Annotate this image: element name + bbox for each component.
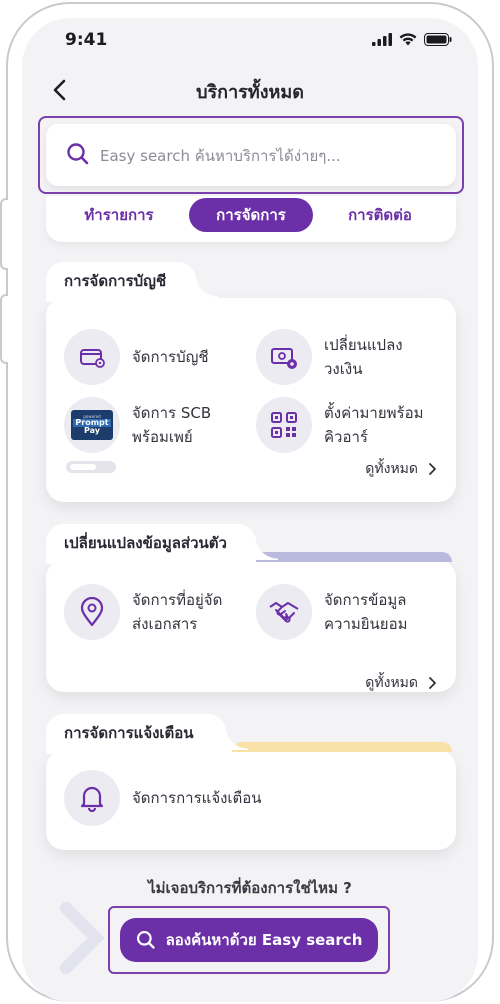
service-change-limit[interactable]: เปลี่ยนแปลง วงเงิน [256, 329, 403, 385]
section-account-management: การจัดการบัญชี จัดการบัญชี เปลี่ยนแปลง ว… [46, 262, 456, 502]
service-manage-address[interactable]: จัดการที่อยู่จัด ส่งเอกสาร [64, 584, 222, 640]
qr-code-icon [256, 397, 312, 453]
search-highlight-frame [38, 116, 464, 194]
device-side-button [0, 198, 8, 270]
wifi-icon [399, 33, 417, 46]
see-all-link[interactable]: ดูทั้งหมด [365, 458, 436, 480]
background-decoration [60, 902, 105, 974]
service-label: จัดการ SCB พร้อมเพย์ [132, 404, 212, 446]
account-card-icon [64, 329, 120, 385]
service-manage-notifications[interactable]: จัดการการแจ้งเตือน [64, 770, 262, 826]
cta-highlight-frame [108, 906, 390, 974]
service-label: เปลี่ยนแปลง วงเงิน [324, 336, 403, 378]
status-icons [372, 33, 452, 46]
battery-icon [424, 33, 452, 46]
service-label: ตั้งค่ามายพร้อม คิวอาร์ [324, 404, 424, 446]
see-all-label: ดูทั้งหมด [365, 461, 418, 477]
tab-transactions[interactable]: ทำรายการ [70, 198, 168, 232]
section-personal-info: เปลี่ยนแปลงข้อมูลส่วนตัว จัดการที่อยู่จั… [46, 524, 456, 694]
chevron-right-icon [429, 677, 436, 689]
status-time: 9:41 [65, 30, 108, 50]
not-found-prompt: ไม่เจอบริการที่ต้องการใช่ไหม ? [148, 879, 352, 897]
section-accent-bar [252, 552, 452, 562]
service-label: จัดการที่อยู่จัด ส่งเอกสาร [132, 591, 223, 633]
service-label: จัดการการแจ้งเตือน [132, 789, 262, 807]
chevron-right-icon [429, 463, 436, 475]
money-settings-icon [256, 329, 312, 385]
section-notifications: การจัดการแจ้งเตือน จัดการการแจ้งเตือน [46, 714, 456, 850]
app-screen: 9:41 บริการทั้งหมด Easy search ค้นหาบริก… [22, 18, 478, 1002]
see-all-link[interactable]: ดูทั้งหมด [365, 672, 436, 694]
tab-management[interactable]: การจัดการ [189, 198, 313, 232]
service-manage-consent[interactable]: จัดการข้อมูล ความยินยอม [256, 584, 408, 640]
section-title: การจัดการแจ้งเตือน [46, 714, 248, 754]
carousel-indicator [66, 461, 116, 473]
signal-icon [372, 33, 392, 46]
section-title: การจัดการบัญชี [46, 262, 218, 302]
promptpay-logo-sub: Pay [83, 426, 100, 435]
device-side-button [0, 294, 8, 364]
section-title: เปลี่ยนแปลงข้อมูลส่วนตัว [46, 524, 278, 564]
category-tabs: ทำรายการ การจัดการ การติดต่อ [46, 196, 456, 242]
promptpay-logo-icon: powered Prompt Pay [64, 397, 120, 453]
service-label: จัดการบัญชี [132, 348, 209, 366]
service-manage-promptpay[interactable]: powered Prompt Pay จัดการ SCB พร้อมเพย์ [64, 397, 211, 453]
service-manage-account[interactable]: จัดการบัญชี [64, 329, 209, 385]
status-bar: 9:41 [22, 18, 478, 62]
see-all-label: ดูทั้งหมด [365, 675, 418, 691]
tab-contact[interactable]: การติดต่อ [332, 198, 428, 232]
service-my-promptpay-qr[interactable]: ตั้งค่ามายพร้อม คิวอาร์ [256, 397, 423, 453]
page-title: บริการทั้งหมด [196, 82, 304, 103]
location-pin-icon [64, 584, 120, 640]
bell-icon [64, 770, 120, 826]
handshake-icon [256, 584, 312, 640]
section-accent-bar [232, 742, 452, 752]
service-label: จัดการข้อมูล ความยินยอม [324, 591, 408, 633]
